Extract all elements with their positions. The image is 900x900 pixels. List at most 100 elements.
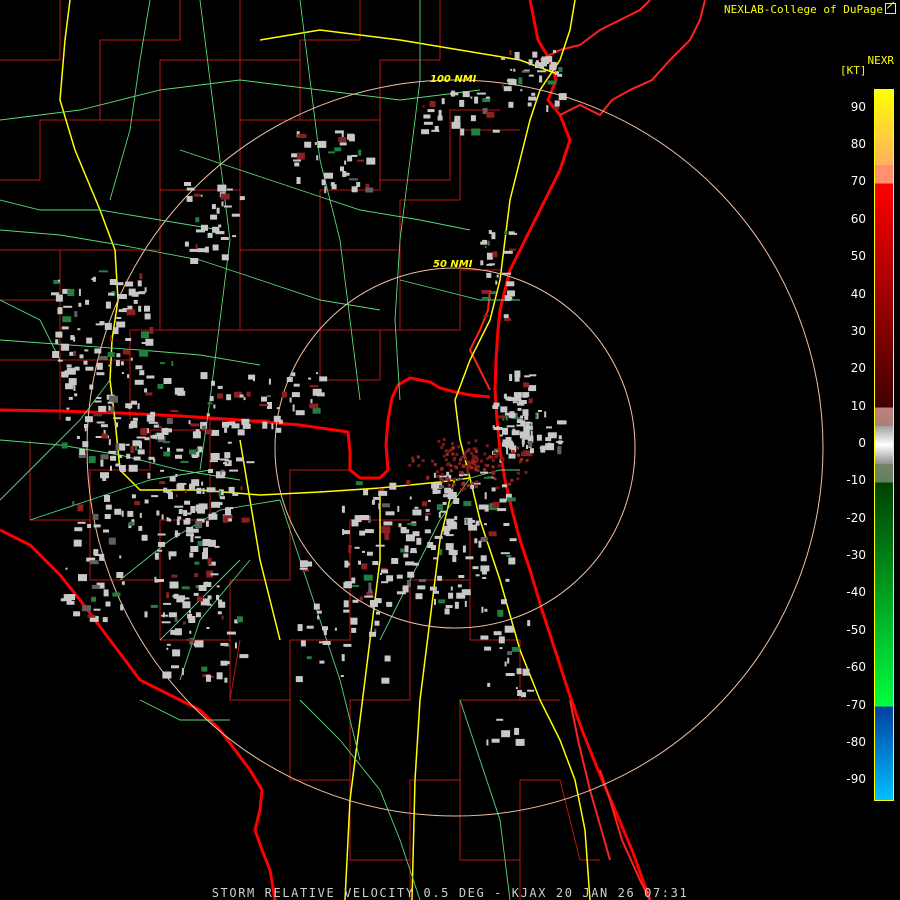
radar-return-pixel [417, 585, 426, 590]
radar-return-pixel [229, 469, 239, 472]
radar-return-pixel [228, 486, 235, 493]
radar-return-pixel [135, 445, 138, 451]
radar-return-pixel [523, 382, 530, 388]
radar-return-pixel [96, 397, 102, 399]
radar-return-pixel [554, 100, 560, 107]
radar-return-pixel [453, 482, 457, 486]
radar-return-pixel [207, 557, 212, 565]
radar-return-pixel [137, 449, 145, 455]
radar-return-pixel [206, 603, 212, 606]
radar-return-pixel [312, 407, 321, 414]
radar-return-pixel [182, 601, 191, 609]
radar-return-pixel [235, 642, 237, 649]
radar-return-pixel [74, 393, 78, 397]
radar-return-pixel [119, 443, 126, 451]
radar-return-pixel [480, 635, 489, 640]
radar-return-pixel [316, 610, 322, 614]
radar-return-pixel [86, 337, 93, 344]
radar-return-pixel [309, 385, 319, 388]
radar-return-pixel [291, 392, 300, 398]
radar-return-pixel [516, 424, 526, 427]
radar-return-pixel [158, 435, 165, 440]
radar-return-pixel [425, 515, 429, 521]
radar-return-pixel [451, 442, 454, 445]
radar-return-pixel [55, 331, 63, 338]
radar-return-pixel [359, 530, 366, 536]
radar-return-pixel [83, 360, 88, 365]
radar-return-pixel [363, 574, 373, 581]
radar-return-pixel [500, 457, 504, 461]
radar-return-pixel [135, 365, 143, 370]
radar-return-pixel [472, 460, 476, 464]
radar-return-pixel [501, 484, 507, 488]
radar-return-pixel [246, 461, 255, 464]
radar-return-pixel [131, 400, 137, 405]
radar-return-pixel [466, 460, 470, 464]
radar-return-pixel [146, 375, 155, 379]
radar-return-pixel [462, 481, 465, 485]
radar-return-pixel [131, 494, 136, 499]
radar-return-pixel [194, 536, 201, 539]
radar-return-pixel [103, 589, 109, 597]
radar-return-pixel [195, 521, 203, 529]
radar-return-pixel [440, 446, 444, 450]
radar-return-pixel [139, 349, 149, 357]
radar-return-pixel [181, 668, 184, 676]
radar-return-pixel [98, 405, 107, 412]
radar-return-pixel [480, 537, 488, 542]
radar-return-pixel [96, 362, 103, 370]
radar-return-pixel [344, 562, 350, 566]
radar-return-pixel [300, 640, 306, 647]
radar-return-pixel [497, 464, 501, 468]
scale-tick-label: -30 [846, 548, 866, 563]
radar-return-pixel [176, 519, 180, 526]
radar-return-pixel [409, 496, 412, 500]
scale-tick-label: -10 [846, 473, 866, 488]
radar-return-pixel [502, 272, 511, 275]
radar-return-pixel [136, 436, 146, 439]
radar-return-pixel [314, 142, 317, 145]
radar-return-pixel [113, 417, 122, 420]
radar-return-pixel [347, 155, 353, 162]
radar-return-pixel [502, 427, 508, 435]
radar-return-pixel [496, 274, 499, 278]
radar-return-pixel [243, 397, 246, 401]
radar-return-pixel [369, 600, 378, 607]
radar-return-pixel [92, 513, 99, 520]
radar-return-pixel [546, 56, 553, 63]
radar-return-pixel [150, 435, 153, 439]
external-link-icon[interactable] [885, 3, 896, 14]
radar-return-pixel [120, 361, 124, 366]
radar-return-pixel [496, 486, 500, 490]
radar-return-pixel [489, 291, 496, 295]
radar-return-pixel [121, 372, 124, 374]
radar-return-pixel [352, 599, 359, 603]
radar-return-pixel [368, 589, 373, 594]
radar-return-pixel [139, 512, 142, 518]
radar-return-pixel [365, 183, 370, 188]
radar-return-pixel [513, 68, 516, 72]
radar-return-pixel [418, 579, 426, 582]
radar-return-pixel [448, 592, 454, 599]
radar-return-pixel [495, 280, 498, 285]
radar-return-pixel [416, 455, 420, 459]
radar-return-pixel [386, 575, 394, 582]
radar-return-pixel [223, 462, 227, 465]
radar-return-pixel [429, 100, 436, 107]
radar-return-pixel [200, 372, 208, 380]
radar-return-pixel [475, 574, 480, 577]
radar-return-pixel [481, 606, 484, 613]
radar-return-pixel [211, 380, 215, 386]
radar-return-pixel [407, 571, 415, 578]
radar-return-pixel [116, 353, 121, 358]
radar-return-pixel [268, 378, 271, 385]
radar-return-pixel [491, 232, 496, 240]
credit-label[interactable]: NEXLAB-College of DuPage [724, 3, 896, 16]
radar-return-pixel [158, 426, 162, 429]
radar-return-pixel [101, 433, 108, 439]
radar-return-pixel [514, 370, 521, 378]
radar-return-pixel [487, 682, 491, 687]
radar-return-pixel [108, 364, 112, 367]
radar-return-pixel [363, 489, 369, 496]
radar-return-pixel [486, 272, 492, 278]
